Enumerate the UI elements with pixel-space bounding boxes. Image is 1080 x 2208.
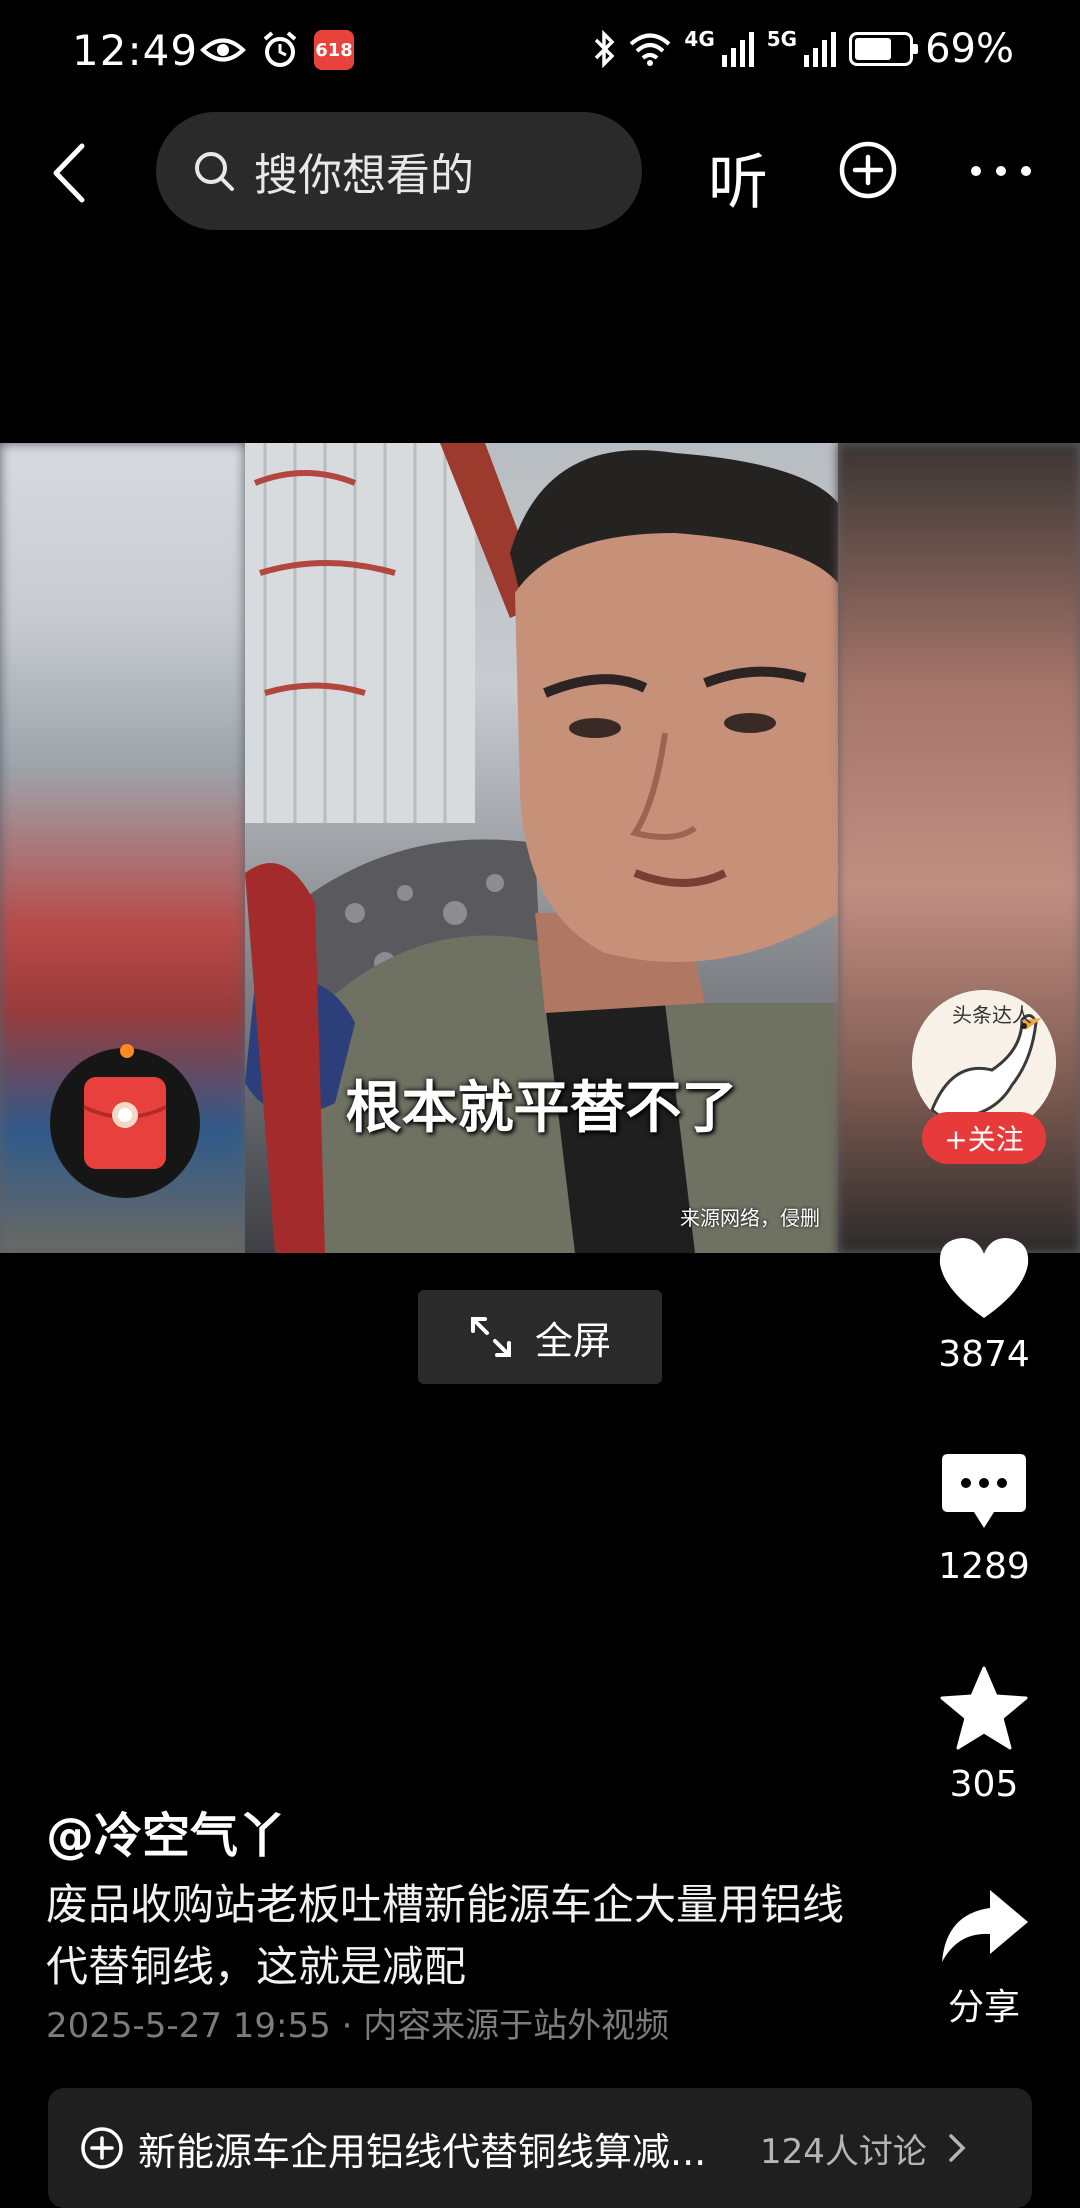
comment-icon — [942, 1454, 1026, 1528]
like-count: 3874 — [938, 1334, 1030, 1375]
app-badge-icon: 618 — [314, 30, 354, 70]
listen-button[interactable]: 听 — [708, 134, 768, 221]
meta-separator: · — [341, 2006, 353, 2046]
favorite-count: 305 — [949, 1764, 1019, 1805]
chevron-right-icon — [949, 2134, 966, 2162]
signal-4g-icon — [721, 32, 754, 67]
signal-5g-icon — [804, 32, 837, 67]
back-button[interactable] — [44, 138, 94, 208]
heart-icon — [939, 1238, 1029, 1318]
post-description: 废品收购站老板吐槽新能源车企大量用铝线代替铜线，这就是减配 — [46, 1880, 845, 1991]
topic-title: 新能源车企用铝线代替铜线算减... — [138, 2129, 707, 2174]
alarm-icon — [263, 31, 297, 67]
battery-fill — [855, 38, 892, 60]
post-timestamp: 2025-5-27 19:55 — [46, 2006, 331, 2046]
back-icon — [53, 143, 85, 203]
star-icon — [940, 1666, 1028, 1750]
plus-circle-icon — [839, 141, 897, 199]
comment-button[interactable]: 1289 — [922, 1450, 1046, 1587]
share-arrow-icon — [942, 1890, 1028, 1962]
red-packet-button[interactable] — [50, 1048, 200, 1198]
plus-circle-icon — [81, 2127, 123, 2169]
battery-icon — [849, 32, 919, 66]
video-frame: 根本就平替不了 来源网络，侵删 — [245, 443, 838, 1253]
expand-icon — [470, 1317, 511, 1357]
favorite-button[interactable]: 305 — [922, 1664, 1046, 1805]
add-button[interactable] — [838, 140, 898, 200]
author-name[interactable]: @冷空气丫 — [46, 1796, 286, 1866]
post-source: 内容来源于站外视频 — [363, 2006, 670, 2046]
eye-icon — [200, 38, 246, 62]
red-packet-icon — [83, 1077, 167, 1169]
share-button[interactable]: 分享 — [922, 1886, 1046, 2030]
network-5g-label: 5G — [766, 27, 798, 51]
status-time: 12:49 — [72, 26, 199, 75]
follow-button[interactable]: +关注 — [922, 1112, 1046, 1164]
more-button[interactable] — [968, 156, 1034, 186]
search-input[interactable]: 搜你想看的 — [156, 112, 642, 230]
avatar-badge-text: 头条达人 — [952, 1003, 1032, 1027]
topic-discussion-bar[interactable]: 新能源车企用铝线代替铜线算减... 124人讨论 — [48, 2088, 1032, 2208]
share-label: 分享 — [947, 1987, 1020, 2028]
like-button[interactable]: 3874 — [922, 1234, 1046, 1375]
bluetooth-icon — [595, 29, 615, 69]
fullscreen-label: 全屏 — [534, 1318, 611, 1363]
status-right: 4G 5G 69% — [592, 26, 1014, 72]
video-subtitle: 根本就平替不了 — [345, 1076, 738, 1141]
fullscreen-button[interactable]: 全屏 — [418, 1290, 662, 1384]
more-dots-icon — [971, 166, 1031, 176]
battery-percent: 69% — [925, 26, 1014, 72]
topic-count: 124人讨论 — [760, 2131, 927, 2172]
search-placeholder: 搜你想看的 — [254, 150, 474, 201]
video-watermark: 来源网络，侵删 — [680, 1206, 820, 1230]
red-packet-notification-dot — [120, 1044, 134, 1058]
post-meta: 2025-5-27 19:55 · 内容来源于站外视频 — [46, 1998, 669, 2047]
status-left-icons: 618 — [200, 30, 354, 70]
search-icon — [195, 152, 234, 191]
comment-count: 1289 — [938, 1546, 1030, 1587]
network-4g-label: 4G — [684, 27, 715, 51]
wifi-icon — [630, 33, 671, 66]
